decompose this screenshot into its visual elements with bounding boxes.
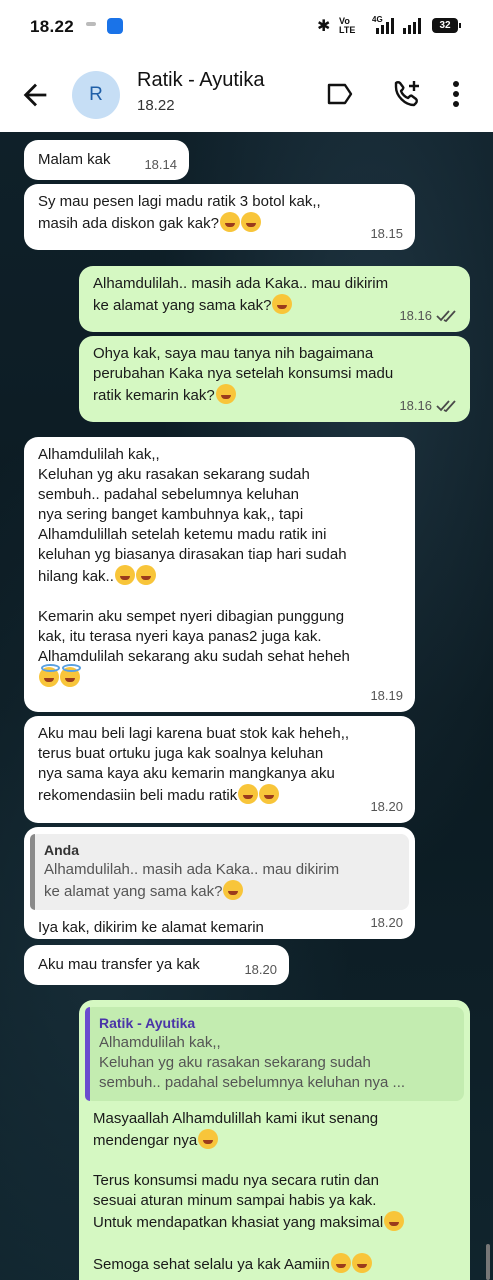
message-time: 18.16 [399, 398, 432, 413]
quoted-message[interactable]: Ratik - Ayutika Alhamdulilah kak,, Keluh… [85, 1007, 464, 1101]
smiling-icon [223, 880, 244, 900]
message-meta: 18.16 [399, 306, 458, 326]
sweat-smile-icon [219, 212, 261, 232]
bluetooth-icon: ✱ [317, 18, 331, 35]
raised-hands-icon [330, 1253, 351, 1273]
notification-icon [86, 22, 96, 26]
message-text: Malam kak [38, 151, 111, 168]
chat-area[interactable]: Malam kak 18.14 Sy mau pesen lagi madu r… [0, 132, 493, 1280]
scrollbar[interactable] [486, 1244, 490, 1280]
message-time: 18.19 [370, 688, 403, 703]
signal-icon [376, 18, 394, 34]
avatar[interactable]: R [72, 71, 120, 119]
read-ticks-icon [436, 400, 456, 412]
message-time: 18.16 [399, 308, 432, 323]
status-bar: 18.22 ✱ Vo LTE 4G 32 [0, 0, 493, 56]
message-incoming[interactable]: Aku mau beli lagi karena buat stok kak h… [24, 716, 415, 823]
more-options-icon[interactable] [452, 80, 460, 108]
smiling-icon [272, 294, 293, 314]
message-text-3: Semoga sehat selalu ya kak Aamiin [93, 1256, 330, 1273]
add-call-icon[interactable] [390, 79, 422, 109]
quote-author: Anda [44, 842, 79, 858]
halo-icon [38, 664, 401, 689]
message-text-2: Kemarin aku sempet nyeri dibagian punggu… [38, 608, 350, 665]
message-text: Alhamdulilah kak,, Keluhan yg aku rasaka… [38, 446, 347, 585]
label-icon[interactable] [326, 82, 354, 106]
quoted-message[interactable]: Anda Alhamdulilah.. masih ada Kaka.. mau… [30, 834, 409, 910]
grin-icon [237, 784, 280, 804]
hugging-icon [215, 384, 236, 404]
read-ticks-icon [436, 310, 456, 322]
message-text: Iya kak, dikirim ke alamat kemarin [38, 919, 264, 936]
message-outgoing[interactable]: Ohya kak, saya mau tanya nih bagaimana p… [79, 336, 470, 422]
message-text: Ohya kak, saya mau tanya nih bagaimana p… [93, 345, 394, 404]
message-time: 18.20 [244, 962, 277, 977]
message-outgoing[interactable]: Alhamdulilah.. masih ada Kaka.. mau diki… [79, 266, 470, 332]
message-incoming-reply[interactable]: Anda Alhamdulilah.. masih ada Kaka.. mau… [24, 827, 415, 939]
message-incoming[interactable]: Sy mau pesen lagi madu ratik 3 botol kak… [24, 184, 415, 250]
message-meta: 18.16 [399, 396, 458, 416]
quote-text: Alhamdulilah.. masih ada Kaka.. mau diki… [44, 861, 340, 900]
volte-icon: Vo LTE [339, 16, 356, 35]
message-text: Sy mau pesen lagi madu ratik 3 botol kak… [38, 193, 321, 232]
message-incoming[interactable]: Alhamdulilah kak,, Keluhan yg aku rasaka… [24, 437, 415, 712]
message-time: 18.20 [370, 915, 403, 930]
message-incoming[interactable]: Malam kak 18.14 [24, 140, 189, 180]
message-text: Aku mau beli lagi karena buat stok kak h… [38, 725, 350, 804]
hugging-icon [198, 1129, 219, 1149]
grin-icon [114, 565, 156, 585]
app-notification-icon [107, 18, 123, 34]
blush-icon [384, 1211, 405, 1231]
quote-text: Alhamdulilah kak,, Keluhan yg aku rasaka… [99, 1034, 406, 1091]
message-time: 18.20 [370, 799, 403, 814]
message-time: 18.14 [144, 157, 177, 172]
chat-header: R Ratik - Ayutika 18.22 [0, 56, 493, 132]
message-time: 18.15 [370, 226, 403, 241]
message-text: Aku mau transfer ya kak [38, 956, 200, 973]
signal-icon-2 [403, 18, 421, 34]
battery-icon: 32 [432, 18, 461, 33]
quote-author: Ratik - Ayutika [99, 1015, 196, 1031]
back-arrow-icon[interactable] [18, 78, 52, 112]
message-text: Alhamdulilah.. masih ada Kaka.. mau diki… [93, 275, 389, 314]
message-outgoing-reply[interactable]: Ratik - Ayutika Alhamdulilah kak,, Keluh… [79, 1000, 470, 1280]
message-incoming[interactable]: Aku mau transfer ya kak 18.20 [24, 945, 289, 985]
message-text-2: Terus konsumsi madu nya secara rutin dan… [93, 1172, 384, 1231]
blush-icon [351, 1253, 372, 1273]
message-text: Masyaallah Alhamdulillah kami ikut senan… [93, 1110, 379, 1149]
last-seen: 18.22 [137, 97, 175, 114]
contact-name[interactable]: Ratik - Ayutika [137, 69, 264, 92]
status-time: 18.22 [30, 17, 75, 36]
